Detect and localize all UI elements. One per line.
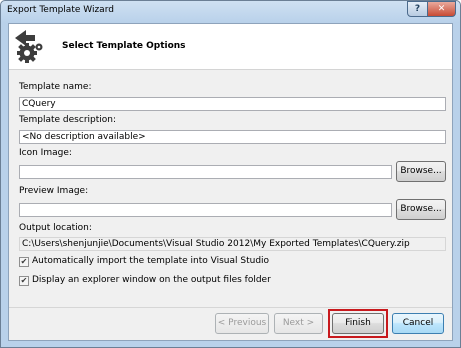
window-title: Export Template Wizard [7,5,114,15]
output-location-field: C:\Users\shenjunjie\Documents\Visual Stu… [19,237,446,251]
template-name-label: Template name: [19,82,92,92]
next-button[interactable]: Next > [274,313,323,334]
icon-image-browse-button[interactable]: Browse... [396,161,446,182]
template-description-label: Template description: [19,115,117,125]
help-button[interactable]: ? [407,1,428,17]
wizard-client-area: Select Template Options Template name: C… [8,23,453,341]
output-location-label: Output location: [19,223,92,233]
finish-highlight-box [328,309,388,338]
auto-import-label[interactable]: Automatically import the template into V… [32,256,269,266]
export-template-wizard-window: Export Template Wizard ? ✕ Select Templa… [0,0,461,348]
close-button[interactable]: ✕ [427,1,456,17]
export-wizard-gear-arrow-icon [15,30,43,63]
preview-image-input[interactable] [19,203,392,217]
explorer-window-checkbox[interactable]: ✔ [19,276,29,286]
previous-button[interactable]: < Previous [215,313,269,334]
template-description-input[interactable]: <No description available> [19,130,446,144]
wizard-header: Select Template Options [9,24,452,70]
page-title: Select Template Options [62,41,186,51]
icon-image-label: Icon Image: [19,148,72,158]
auto-import-checkbox[interactable]: ✔ [19,257,29,267]
preview-image-label: Preview Image: [19,186,89,196]
template-name-input[interactable]: CQuery [19,97,446,111]
button-area-divider [9,307,452,308]
explorer-window-label[interactable]: Display an explorer window on the output… [32,275,271,285]
icon-image-input[interactable] [19,165,392,179]
title-bar[interactable]: Export Template Wizard ? ✕ [1,1,460,23]
preview-image-browse-button[interactable]: Browse... [396,199,446,220]
cancel-button[interactable]: Cancel [392,313,444,334]
